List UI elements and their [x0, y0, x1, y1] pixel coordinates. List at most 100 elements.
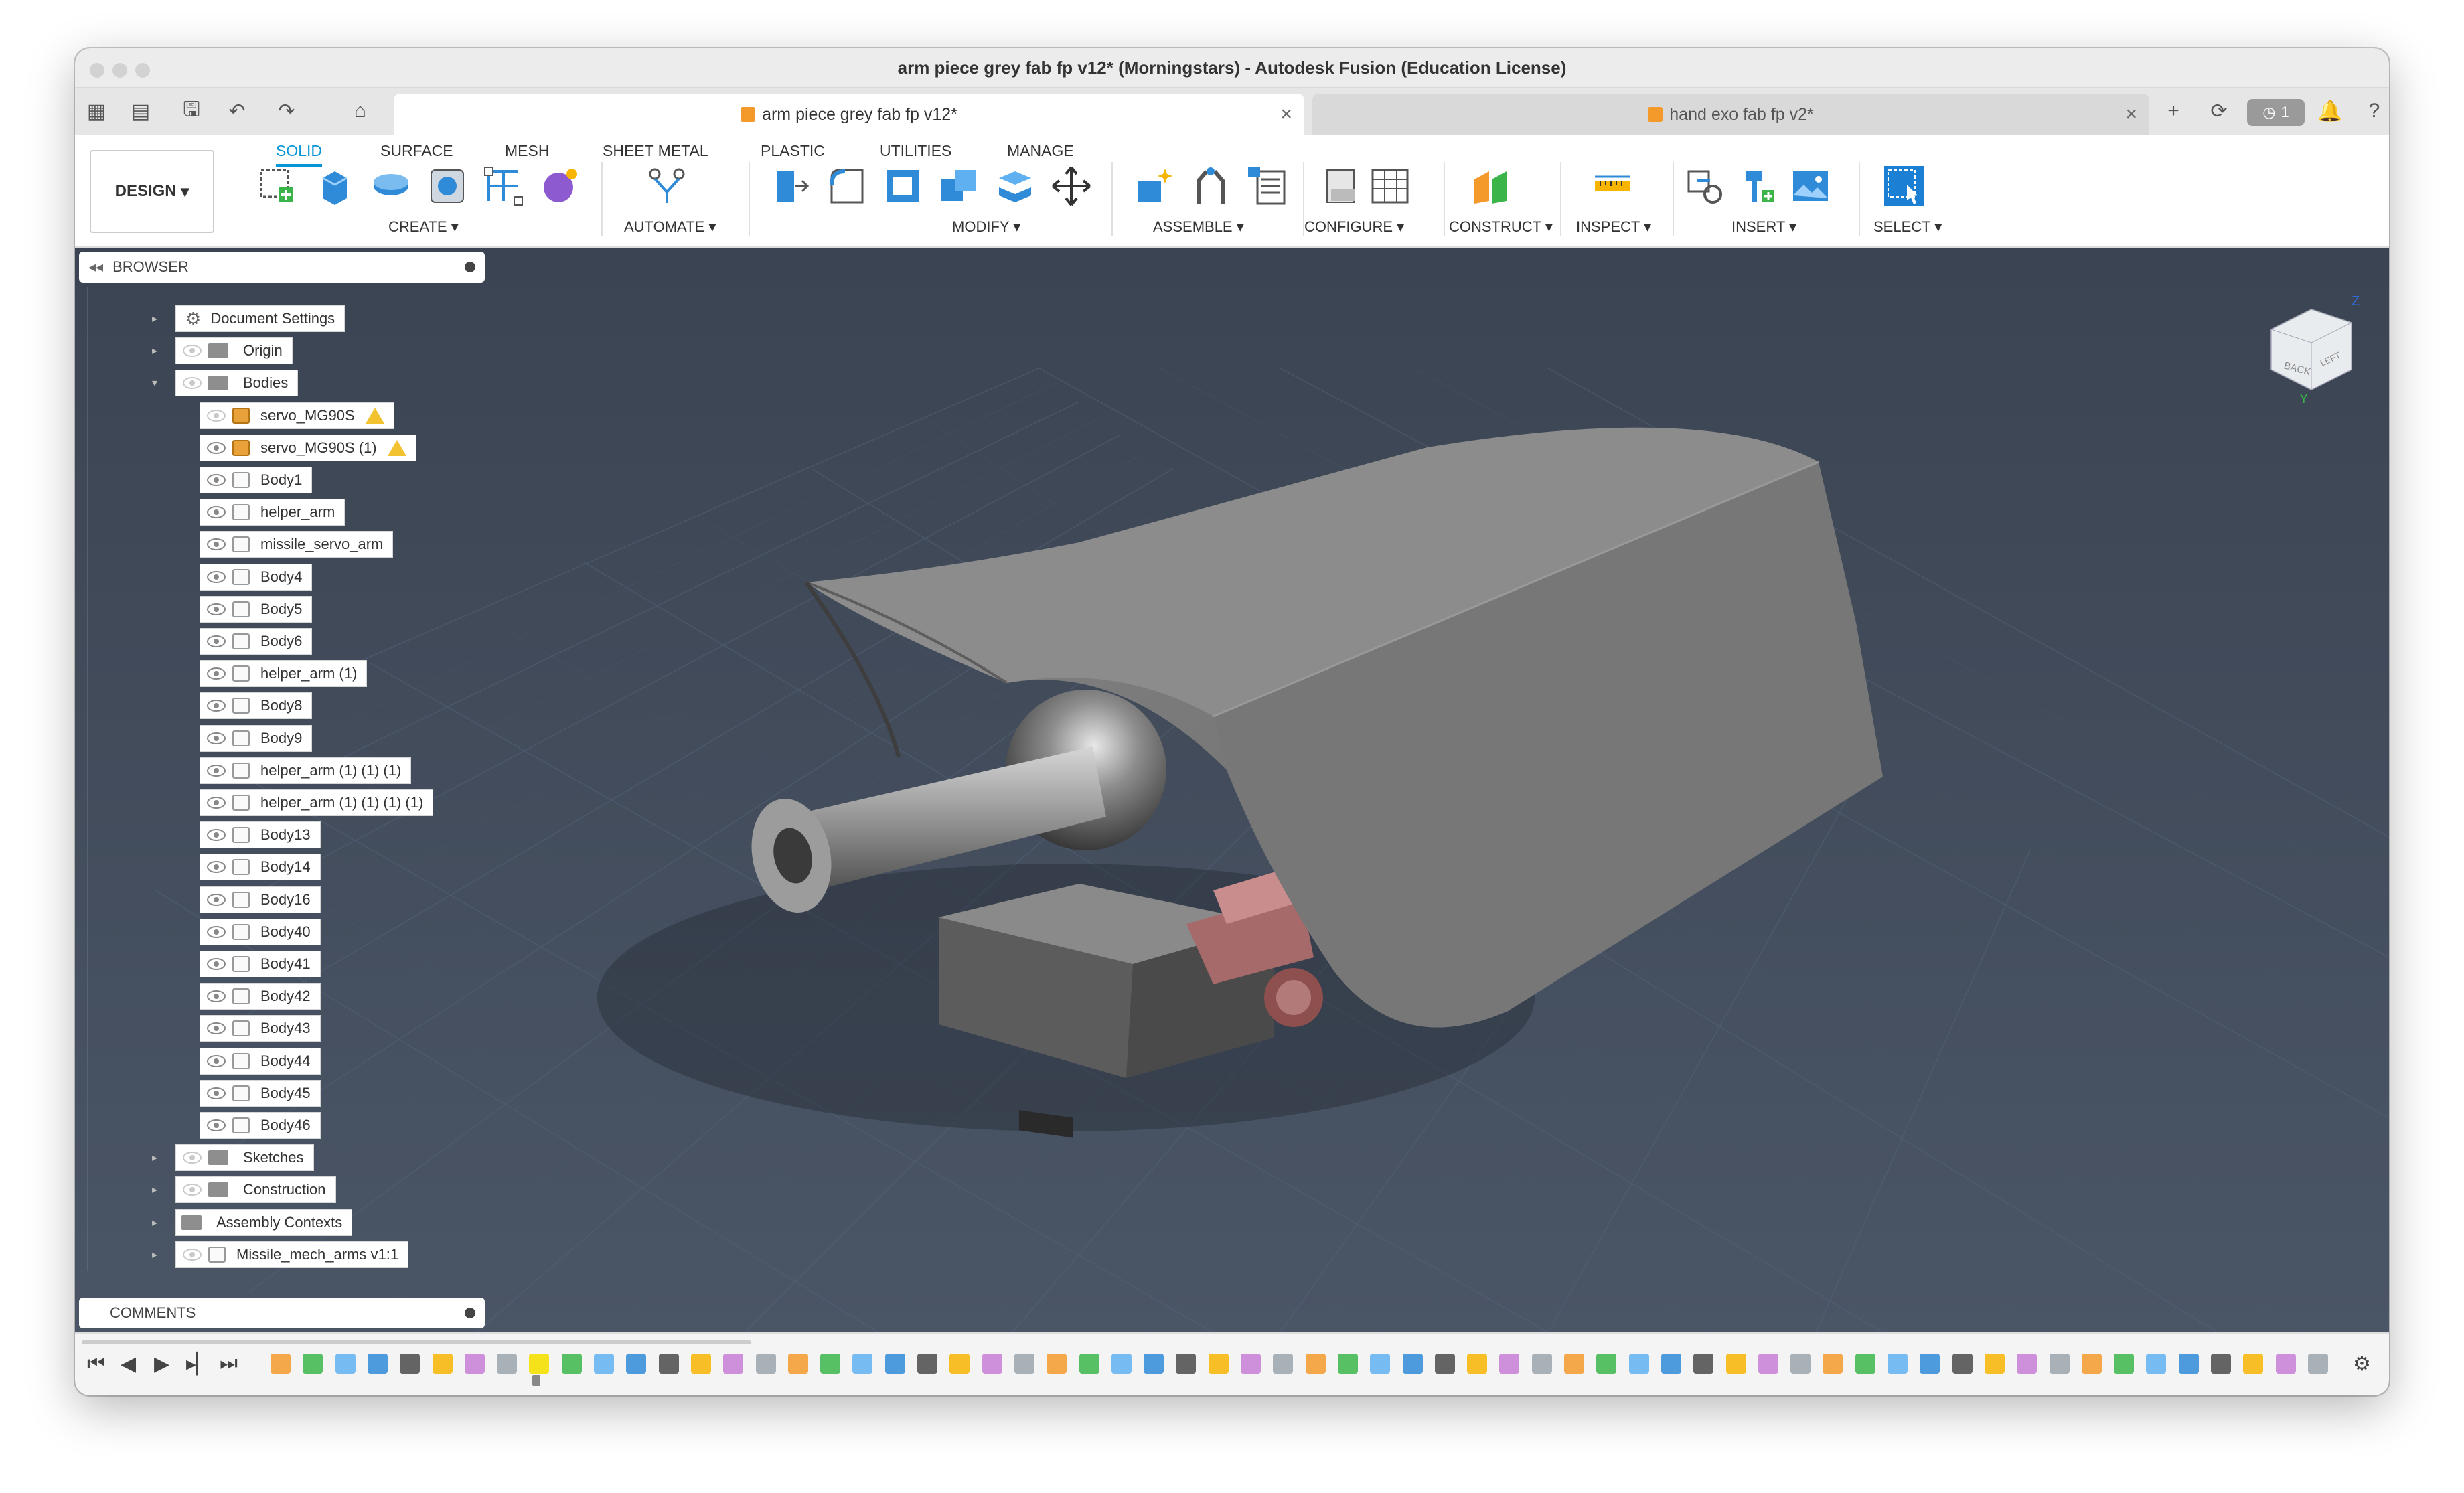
body-item[interactable]: helper_arm (1) (1) (1): [200, 757, 412, 784]
timeline-feature-icon[interactable]: [1499, 1354, 1520, 1374]
warning-icon[interactable]: [365, 407, 384, 424]
visibility-eye-icon[interactable]: [207, 990, 226, 1003]
help-icon[interactable]: ?: [2361, 98, 2388, 125]
timeline-scroll[interactable]: [82, 1340, 751, 1344]
visibility-eye-icon[interactable]: [183, 345, 202, 358]
body-item[interactable]: Body13: [200, 821, 321, 849]
shell-icon[interactable]: [881, 165, 924, 208]
joint-icon[interactable]: [1189, 165, 1232, 208]
select-icon[interactable]: [1883, 165, 1926, 208]
timeline-feature-icon[interactable]: [400, 1354, 420, 1374]
offset-plane-icon[interactable]: [1469, 165, 1512, 208]
timeline-feature-icon[interactable]: [335, 1354, 356, 1374]
browser-node[interactable]: Bodies: [175, 370, 299, 397]
inspect-menu[interactable]: INSPECT ▾: [1576, 218, 1651, 236]
comments-add-icon[interactable]: [465, 1308, 475, 1318]
create-menu[interactable]: CREATE ▾: [388, 218, 459, 236]
timeline-feature-icon[interactable]: [1596, 1354, 1617, 1374]
timeline-feature-icon[interactable]: [1241, 1354, 1261, 1374]
file-menu-icon[interactable]: ▤: [127, 98, 154, 125]
redo-icon[interactable]: ↷: [273, 98, 300, 125]
timeline-feature-icon[interactable]: [1402, 1354, 1423, 1374]
hole-icon[interactable]: [426, 165, 469, 208]
tab-surface[interactable]: SURFACE: [380, 142, 453, 160]
body-item[interactable]: servo_MG90S: [200, 402, 394, 429]
timeline-feature-icon[interactable]: [2017, 1354, 2037, 1374]
body-item[interactable]: servo_MG90S (1): [200, 434, 416, 461]
revolve-icon[interactable]: [370, 165, 412, 208]
new-component-icon[interactable]: [1133, 165, 1176, 208]
pattern-icon[interactable]: [482, 165, 525, 208]
timeline-first-icon[interactable]: ⏮: [87, 1352, 105, 1375]
timeline-feature-icon[interactable]: [723, 1354, 744, 1374]
expand-toggle-icon[interactable]: ▾: [149, 377, 161, 389]
expand-toggle-icon[interactable]: ▸: [149, 1249, 161, 1261]
tab-manage[interactable]: MANAGE: [1007, 142, 1074, 160]
browser-options-icon[interactable]: [465, 262, 475, 272]
timeline-feature-icon[interactable]: [2178, 1354, 2199, 1374]
tab-hand-exo[interactable]: hand exo fab fp v2* ×: [1312, 94, 2149, 135]
extrude-icon[interactable]: [313, 165, 356, 208]
timeline-feature-icon[interactable]: [982, 1354, 1002, 1374]
timeline-feature-icon[interactable]: [1888, 1354, 1908, 1374]
timeline-feature-icon[interactable]: [2275, 1354, 2296, 1374]
new-tab-icon[interactable]: +: [2160, 98, 2187, 125]
visibility-eye-icon[interactable]: [207, 570, 226, 583]
timeline-feature-icon[interactable]: [1337, 1354, 1358, 1374]
visibility-eye-icon[interactable]: [207, 893, 226, 906]
close-tab-icon[interactable]: ×: [2125, 103, 2137, 126]
timeline-feature-icon[interactable]: [2243, 1354, 2264, 1374]
timeline-feature-icon[interactable]: [561, 1354, 582, 1374]
visibility-eye-icon[interactable]: [207, 732, 226, 744]
expand-toggle-icon[interactable]: ▸: [149, 1184, 161, 1196]
body-item[interactable]: missile_servo_arm: [200, 531, 394, 558]
tab-utilities[interactable]: UTILITIES: [880, 142, 951, 160]
form-icon[interactable]: [538, 165, 581, 208]
expand-toggle-icon[interactable]: ▸: [149, 345, 161, 357]
timeline-marker[interactable]: [532, 1375, 540, 1386]
timeline-feature-icon[interactable]: [1111, 1354, 1132, 1374]
timeline-feature-icon[interactable]: [1693, 1354, 1714, 1374]
timeline-feature-icon[interactable]: [1467, 1354, 1488, 1374]
body-item[interactable]: Body9: [200, 724, 313, 752]
timeline-feature-icon[interactable]: [1725, 1354, 1746, 1374]
visibility-eye-icon[interactable]: [183, 1152, 202, 1164]
visibility-eye-icon[interactable]: [183, 377, 202, 390]
timeline-feature-icon[interactable]: [755, 1354, 776, 1374]
timeline-feature-icon[interactable]: [1370, 1354, 1391, 1374]
timeline-feature-icon[interactable]: [2114, 1354, 2135, 1374]
insert-menu[interactable]: INSERT ▾: [1731, 218, 1796, 236]
body-item[interactable]: Body45: [200, 1079, 321, 1107]
timeline-feature-icon[interactable]: [1823, 1354, 1843, 1374]
timeline-feature-icon[interactable]: [1628, 1354, 1649, 1374]
browser-node[interactable]: Missile_mech_arms v1:1: [175, 1241, 409, 1268]
job-status-badge[interactable]: ◷ 1: [2247, 99, 2305, 126]
browser-node[interactable]: Sketches: [175, 1144, 314, 1172]
timeline-feature-icon[interactable]: [2211, 1354, 2231, 1374]
timeline-feature-icon[interactable]: [1952, 1354, 1973, 1374]
timeline-feature-icon[interactable]: [690, 1354, 711, 1374]
visibility-eye-icon[interactable]: [207, 474, 226, 486]
browser-panel-header[interactable]: ◂◂ BROWSER: [79, 252, 485, 283]
visibility-eye-icon[interactable]: [207, 700, 226, 712]
timeline-feature-icon[interactable]: [1273, 1354, 1294, 1374]
body-item[interactable]: Body44: [200, 1047, 321, 1075]
visibility-eye-icon[interactable]: [183, 1184, 202, 1196]
visibility-eye-icon[interactable]: [207, 797, 226, 809]
timeline-feature-icon[interactable]: [1014, 1354, 1034, 1374]
fillet-icon[interactable]: [825, 165, 868, 208]
configuration-table-icon[interactable]: [1369, 165, 1411, 208]
visibility-eye-icon[interactable]: [207, 603, 226, 615]
timeline-feature-icon[interactable]: [594, 1354, 614, 1374]
close-tab-icon[interactable]: ×: [1280, 103, 1292, 126]
construct-menu[interactable]: CONSTRUCT ▾: [1449, 218, 1553, 236]
timeline-feature-icon[interactable]: [1305, 1354, 1326, 1374]
body-item[interactable]: Body1: [200, 467, 313, 493]
timeline-feature-icon[interactable]: [1208, 1354, 1229, 1374]
visibility-eye-icon[interactable]: [207, 925, 226, 938]
timeline-previous-icon[interactable]: ◀: [121, 1352, 136, 1376]
timeline-feature-icon[interactable]: [1176, 1354, 1197, 1374]
body-item[interactable]: Body5: [200, 595, 313, 623]
timeline-feature-icon[interactable]: [1047, 1354, 1067, 1374]
visibility-eye-icon[interactable]: [207, 1022, 226, 1035]
